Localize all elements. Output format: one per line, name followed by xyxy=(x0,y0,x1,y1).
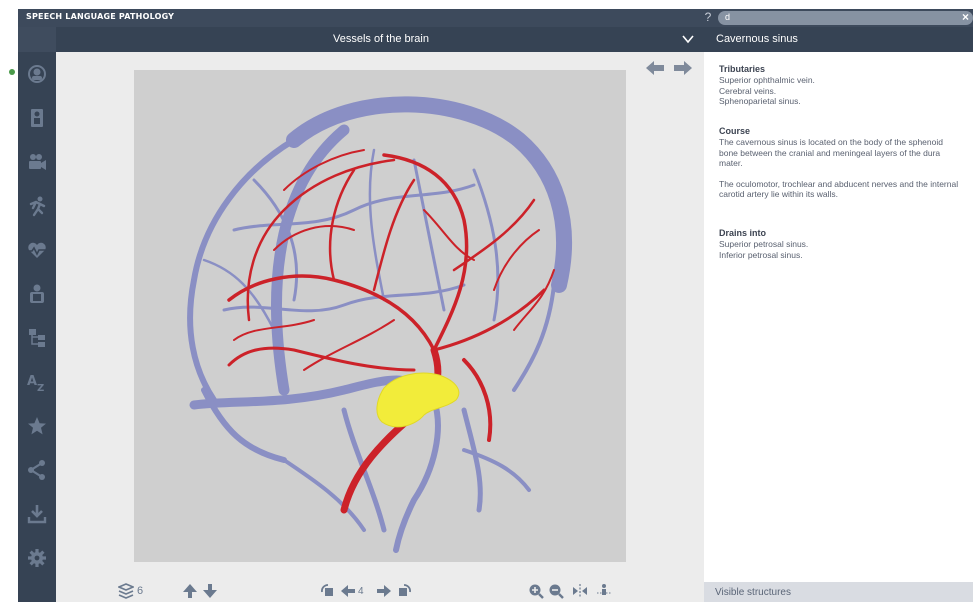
pose-button[interactable] xyxy=(596,582,612,600)
help-icon[interactable]: ? xyxy=(702,10,714,25)
tributary-item: Cerebral veins. xyxy=(719,85,777,96)
rotate-left-button[interactable] xyxy=(320,582,336,600)
layer-up-button[interactable] xyxy=(182,582,198,600)
history-nav-arrows[interactable] xyxy=(644,58,694,78)
arrow-left-icon xyxy=(341,585,355,597)
svg-text:A: A xyxy=(27,374,37,389)
mirror-icon xyxy=(573,584,587,598)
a-z-index-icon[interactable]: AZ xyxy=(23,368,51,396)
visible-structures-bar[interactable]: Visible structures xyxy=(704,582,973,602)
info-panel: Tributaries Superior ophthalmic vein. Ce… xyxy=(704,52,973,582)
tributaries-section: Tributaries Superior ophthalmic vein. Ce… xyxy=(719,64,973,107)
course-paragraph: The oculomotor, trochlear and abducent n… xyxy=(719,178,959,200)
arrow-right-icon xyxy=(377,585,391,597)
sidebar-header xyxy=(18,27,56,52)
close-icon[interactable]: × xyxy=(962,9,969,25)
viewer-toolbar: 6 4 xyxy=(56,580,704,602)
drains-section: Drains into Superior petrosal sinus. Inf… xyxy=(719,228,973,260)
sidebar: AZ xyxy=(18,52,56,602)
tributary-item: Superior ophthalmic vein. xyxy=(719,75,815,85)
zoom-out-icon xyxy=(549,584,564,599)
structures-tree-icon[interactable] xyxy=(23,324,51,352)
app-title: SPEECH LANGUAGE PATHOLOGY xyxy=(26,12,175,21)
arrow-down-icon xyxy=(203,584,217,598)
view-title: Vessels of the brain xyxy=(332,33,429,45)
cursor-indicator xyxy=(9,69,15,75)
search-input-value: d xyxy=(725,12,731,22)
header-bar: Vessels of the brain Cavernous sinus xyxy=(18,27,973,52)
layers-count: 6 xyxy=(137,585,144,597)
layer-down-button[interactable] xyxy=(202,582,218,600)
title-bar: SPEECH LANGUAGE PATHOLOGY ? d × xyxy=(18,9,973,27)
arrow-up-icon xyxy=(183,584,197,598)
app-window: SPEECH LANGUAGE PATHOLOGY ? d × Vessels … xyxy=(0,0,973,602)
rotate-right-icon xyxy=(399,584,411,596)
step-back-button[interactable]: 4 xyxy=(340,582,366,600)
3d-model-canvas[interactable] xyxy=(134,70,626,562)
rotate-left-icon xyxy=(321,584,333,596)
chevron-down-icon[interactable] xyxy=(682,34,694,44)
forward-arrow-icon[interactable] xyxy=(674,61,692,75)
brain-vessels-illustration xyxy=(187,96,573,553)
rotate-right-button[interactable] xyxy=(396,582,412,600)
step-forward-button[interactable] xyxy=(376,582,392,600)
course-heading: Course xyxy=(719,126,751,136)
zoom-in-icon xyxy=(529,584,544,599)
body-systems-icon[interactable] xyxy=(23,104,51,132)
download-icon[interactable] xyxy=(23,500,51,528)
drains-heading: Drains into xyxy=(719,228,767,238)
course-paragraph: The cavernous sinus is located on the bo… xyxy=(719,137,943,168)
back-arrow-icon[interactable] xyxy=(646,61,664,75)
zoom-in-button[interactable] xyxy=(528,582,544,600)
info-panel-title: Cavernous sinus xyxy=(716,33,798,45)
zoom-out-button[interactable] xyxy=(548,582,564,600)
share-icon[interactable] xyxy=(23,456,51,484)
favorites-star-icon[interactable] xyxy=(23,412,51,440)
movement-icon[interactable] xyxy=(23,192,51,220)
drains-item: Inferior petrosal sinus. xyxy=(719,249,803,260)
pose-figure-icon xyxy=(597,584,611,595)
tributaries-heading: Tributaries xyxy=(719,64,766,74)
tributary-item: Sphenoparietal sinus. xyxy=(719,96,801,106)
search-input[interactable]: d xyxy=(718,11,973,25)
video-icon[interactable] xyxy=(23,148,51,176)
settings-icon[interactable] xyxy=(23,544,51,572)
course-section: Course The cavernous sinus is located on… xyxy=(719,126,973,200)
layers-icon xyxy=(118,583,134,599)
step-count: 4 xyxy=(358,585,364,597)
layers-button[interactable]: 6 xyxy=(118,582,143,600)
anatomy-icon[interactable] xyxy=(23,60,51,88)
quiz-icon[interactable] xyxy=(23,280,51,308)
visible-structures-label: Visible structures xyxy=(715,587,791,598)
viewer-area xyxy=(56,52,704,602)
drains-item: Superior petrosal sinus. xyxy=(719,239,809,249)
pathology-icon[interactable] xyxy=(23,236,51,264)
svg-text:Z: Z xyxy=(37,383,44,393)
mirror-button[interactable] xyxy=(572,582,588,600)
